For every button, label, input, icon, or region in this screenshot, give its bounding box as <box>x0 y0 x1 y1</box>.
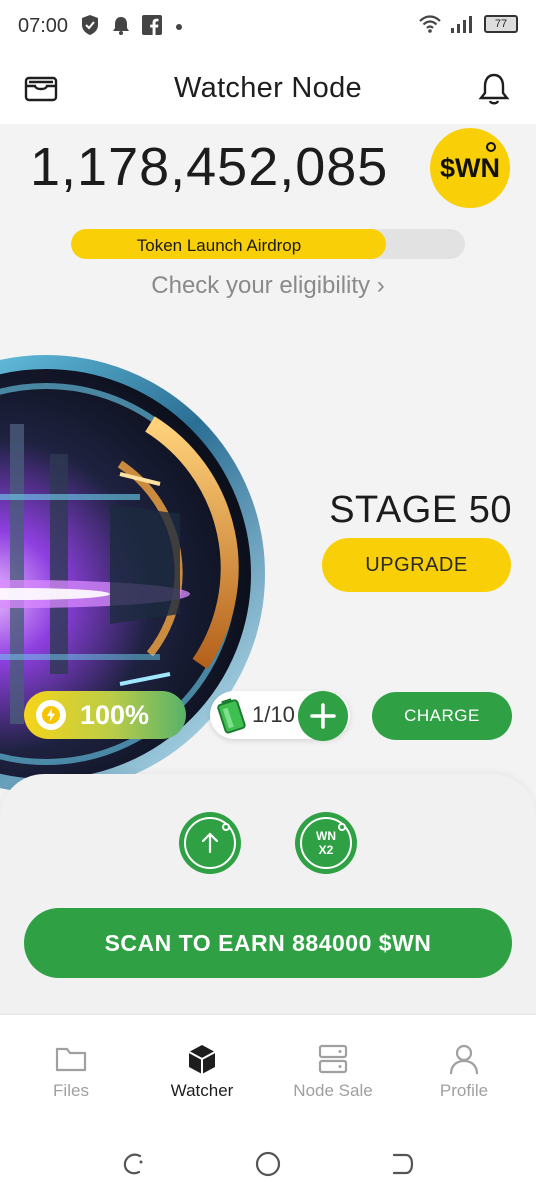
folder-icon <box>55 1047 87 1072</box>
nav-label-watcher: Watcher <box>170 1081 234 1100</box>
nav-label-files: Files <box>53 1081 89 1100</box>
action-card: WN X2 SCAN TO EARN 884000 $WN <box>0 774 536 1014</box>
energy-indicator: 100% <box>24 691 186 739</box>
bottom-nav: Files Watcher Node Sale Profile <box>0 1014 536 1124</box>
stage-label: STAGE 50 <box>329 489 512 531</box>
battery-level: 77 <box>494 18 508 30</box>
nav-item-profile[interactable]: Profile <box>397 1043 531 1101</box>
status-icons-right: 77 <box>418 14 518 34</box>
recent-apps-icon[interactable] <box>120 1150 148 1178</box>
notification-icon <box>113 17 129 35</box>
status-bar: 07:00 77 <box>0 0 536 56</box>
boost-x2-button[interactable]: WN X2 <box>295 812 357 874</box>
scan-to-earn-button[interactable]: SCAN TO EARN 884000 $WN <box>24 908 512 978</box>
app-header: Watcher Node <box>0 56 536 124</box>
add-battery-button[interactable] <box>298 691 348 741</box>
bell-icon[interactable] <box>478 72 510 111</box>
system-nav-bar <box>0 1124 536 1200</box>
signal-icon <box>451 16 472 33</box>
facebook-icon <box>142 15 162 35</box>
upgrade-button[interactable]: UPGRADE <box>322 538 511 592</box>
airdrop-label: Token Launch Airdrop <box>136 236 302 255</box>
page-title: Watcher Node <box>174 72 362 104</box>
charge-button[interactable]: CHARGE <box>372 692 512 740</box>
nav-item-files[interactable]: Files <box>4 1043 138 1101</box>
status-time: 07:00 <box>18 15 69 37</box>
nav-label-profile: Profile <box>439 1081 489 1100</box>
shield-icon <box>82 15 98 35</box>
withdraw-ring <box>184 817 236 869</box>
ring-dot-icon <box>222 823 230 831</box>
boost-badge: WN X2 <box>300 817 352 869</box>
home-icon[interactable] <box>254 1150 282 1178</box>
badge-dot-icon <box>486 142 496 152</box>
server-icon <box>318 1044 348 1074</box>
eligibility-link[interactable]: Check your eligibility › <box>0 272 536 300</box>
withdraw-button[interactable] <box>179 812 241 874</box>
energy-value: 100% <box>80 699 150 730</box>
nav-item-node-sale[interactable]: Node Sale <box>266 1043 400 1101</box>
dot-icon <box>176 24 182 30</box>
arrow-up-icon <box>201 832 219 854</box>
main-content: 1,178,452,085 $WN Token Launch Airdrop C… <box>0 124 536 1014</box>
green-battery-icon <box>217 698 246 734</box>
boost-badge-label: WN X2 <box>316 829 336 857</box>
back-icon[interactable] <box>388 1150 416 1178</box>
cube-icon <box>188 1045 216 1074</box>
status-icons-left <box>80 14 184 36</box>
airdrop-progress-bar[interactable]: Token Launch Airdrop <box>71 229 465 259</box>
token-balance: 1,178,452,085 <box>30 137 389 197</box>
user-icon <box>449 1044 479 1075</box>
nav-label-node-sale: Node Sale <box>293 1081 373 1100</box>
nav-item-watcher[interactable]: Watcher <box>135 1043 269 1101</box>
lightning-icon <box>36 700 66 730</box>
wn-token-badge: $WN <box>430 128 510 208</box>
wn-token-label: $WN <box>440 152 500 183</box>
wifi-icon <box>419 15 441 33</box>
ring-dot-icon <box>338 823 346 831</box>
battery-icon: 77 <box>484 15 518 33</box>
battery-count: 1/10 <box>252 702 295 727</box>
plus-icon <box>310 703 336 729</box>
